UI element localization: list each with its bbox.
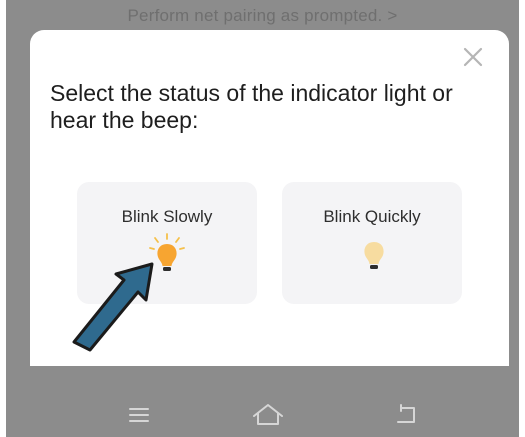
option-label: Blink Slowly <box>121 207 213 226</box>
back-icon <box>397 404 415 423</box>
home-button[interactable] <box>250 400 283 430</box>
option-label: Blink Quickly <box>323 207 421 226</box>
close-icon <box>463 47 483 67</box>
home-icon <box>253 404 283 425</box>
indicator-status-dialog: Select the status of the indicator light… <box>30 30 509 366</box>
phone-screen: Perform net pairing as prompted. > Selec… <box>6 0 519 437</box>
back-button[interactable] <box>392 400 422 430</box>
blink-quickly-option[interactable]: Blink Quickly <box>282 182 462 304</box>
dialog-title: Select the status of the indicator light… <box>50 80 453 133</box>
pairing-hint-link[interactable]: Perform net pairing as prompted. > <box>6 6 519 26</box>
menu-icon <box>129 408 149 422</box>
pointer-arrow-icon <box>72 262 154 352</box>
navigation-bar <box>6 392 519 437</box>
menu-button[interactable] <box>124 400 154 430</box>
dim-bulb-icon <box>364 242 384 269</box>
close-button[interactable] <box>460 44 486 70</box>
